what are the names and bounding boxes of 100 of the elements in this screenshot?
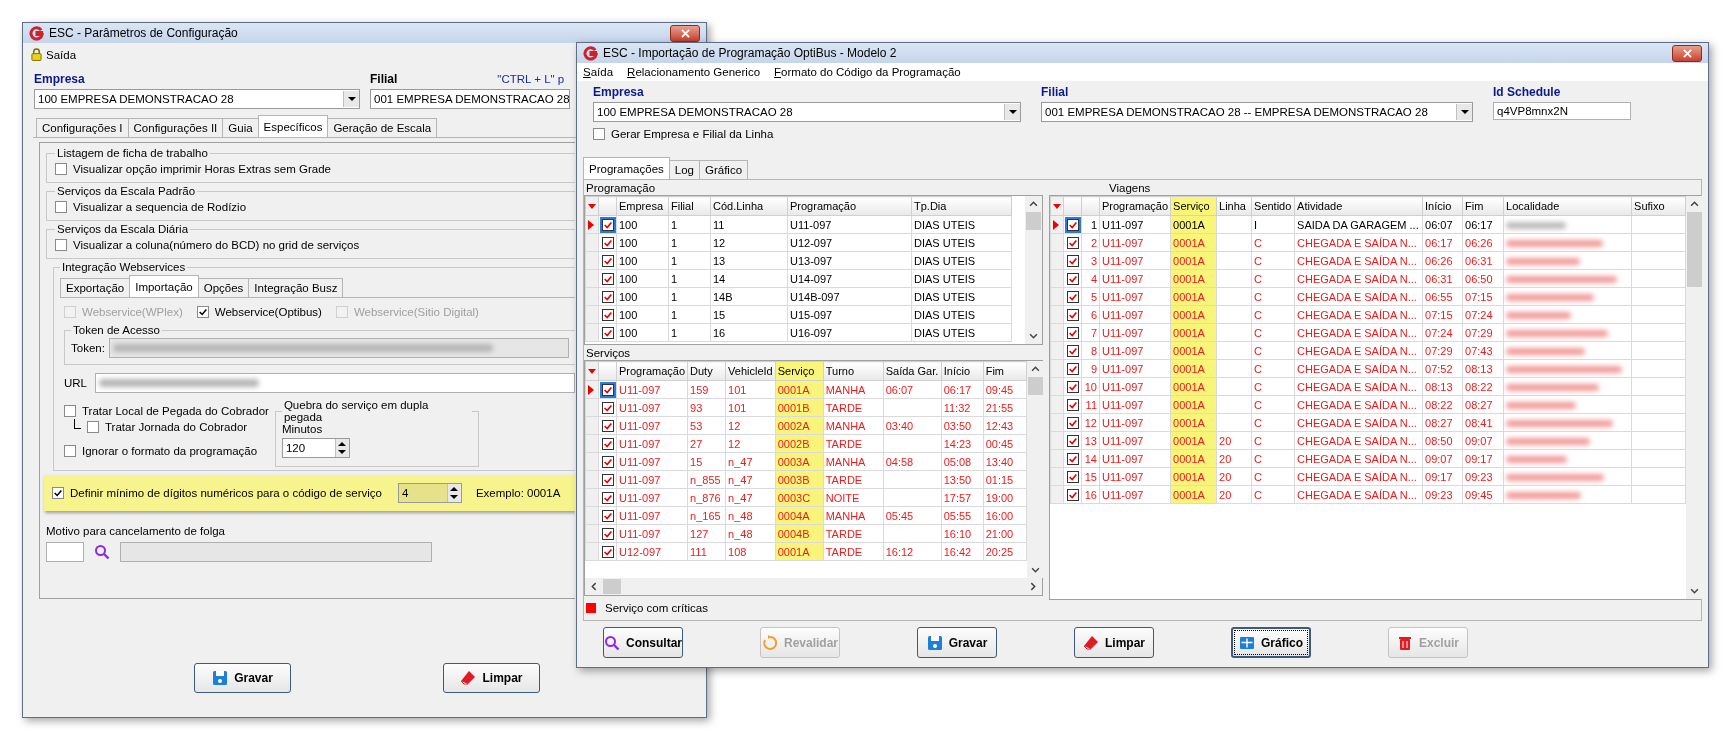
action-button[interactable]: Gráfico [1231,627,1311,658]
tab[interactable]: Log [668,160,700,179]
column-header[interactable]: Tp.Dia [911,196,1012,216]
checkbox[interactable] [196,306,209,318]
tab[interactable]: Opções [197,278,250,297]
menu-item[interactable]: Saída [46,48,77,61]
checkbox[interactable] [1066,255,1079,268]
action-button[interactable]: Limpar [1074,627,1154,658]
branch-dropdown[interactable]: 001 EMPRESA DEMONSTRACAO 28 -- EMPRESA DEMONSTRACAO 28 [1041,102,1473,122]
code-field[interactable] [46,542,84,562]
checkbox[interactable] [601,438,614,451]
column-header[interactable]: Serviço [1170,196,1217,216]
column-header[interactable]: Fim [1462,196,1504,216]
checkbox[interactable] [1066,399,1079,412]
action-button[interactable]: Limpar [443,663,540,693]
tab[interactable]: Importação [129,275,199,297]
token-field[interactable] [108,338,569,358]
digits-spinner[interactable]: 4 [397,483,462,503]
checkbox[interactable] [1066,453,1079,466]
close-button[interactable] [670,24,700,42]
column-header[interactable]: Programação [1099,196,1171,216]
checkbox[interactable] [601,420,614,433]
close-button[interactable] [1672,44,1702,62]
checkbox[interactable] [601,309,614,322]
checkbox[interactable] [1066,237,1079,250]
checkbox[interactable] [601,384,614,397]
checkbox[interactable] [601,327,614,340]
column-header[interactable]: Serviço [775,361,824,381]
checkbox[interactable] [601,528,614,541]
checkbox[interactable] [1066,381,1079,394]
column-header[interactable]: Localidade [1503,196,1632,216]
action-button[interactable]: Gravar [194,663,291,693]
checkbox[interactable] [1066,273,1079,286]
tab[interactable]: Integração Busz [248,278,344,297]
checkbox[interactable] [601,474,614,487]
checkbox[interactable] [601,546,614,559]
column-header[interactable]: VehicleId [725,361,776,381]
column-header[interactable]: Sentido [1251,196,1295,216]
search-icon[interactable] [94,544,110,560]
scroll-thumb[interactable] [603,579,621,594]
tab[interactable]: Configurações I [36,118,129,137]
action-button[interactable]: Gravar [917,627,997,658]
checkbox[interactable] [601,456,614,469]
url-field[interactable] [95,373,575,393]
checkbox[interactable] [87,421,99,433]
column-header[interactable]: Duty [687,361,726,381]
scroll-thumb[interactable] [1026,212,1041,230]
action-button[interactable]: Consultar [603,627,683,658]
scroll-thumb[interactable] [1687,212,1703,287]
column-header[interactable]: Programação [787,196,912,216]
scrollbar[interactable] [1686,196,1704,599]
column-header[interactable]: Programação [616,361,688,381]
tab[interactable]: Específicos [257,115,329,137]
tab[interactable]: Configurações II [127,118,224,137]
column-header[interactable]: Saída Gar. [883,361,942,381]
menu-item[interactable]: Relacionamento Generico [627,66,761,78]
column-header[interactable]: Atividade [1294,196,1423,216]
scrollbar[interactable] [585,578,1042,595]
checkbox[interactable] [1066,219,1079,232]
checkbox[interactable] [601,291,614,304]
column-header[interactable]: Linha [1216,196,1252,216]
tab[interactable]: Gráfico [699,160,749,179]
schedule-id-field[interactable]: q4VP8mnx2N [1493,102,1631,120]
menu-item[interactable]: Saída [583,66,614,78]
column-header[interactable]: Turno [823,361,884,381]
tab[interactable]: Geração de Escala [327,118,438,137]
checkbox[interactable] [1066,471,1079,484]
column-header[interactable]: Fim [983,361,1027,381]
scrollbar[interactable] [1025,196,1042,344]
menu-item[interactable]: Formato do Código da Programação [774,66,961,78]
column-header[interactable]: Sufixo [1631,196,1686,216]
checkbox[interactable] [601,492,614,505]
checkbox[interactable] [55,239,67,251]
tab[interactable]: Programações [583,157,670,179]
checkbox[interactable] [593,128,605,140]
checkbox[interactable] [1066,435,1079,448]
checkbox[interactable] [601,402,614,415]
scroll-thumb[interactable] [1027,377,1043,395]
checkbox[interactable] [601,237,614,250]
checkbox[interactable] [601,510,614,523]
checkbox[interactable] [64,445,76,457]
checkbox[interactable] [52,487,64,499]
checkbox[interactable] [1066,363,1079,376]
checkbox[interactable] [601,219,614,232]
column-header[interactable]: Cód.Linha [710,196,788,216]
checkbox[interactable] [1066,345,1079,358]
minutes-spinner[interactable]: 120 [281,438,350,458]
company-dropdown[interactable]: 100 EMPRESA DEMONSTRACAO 28 [593,102,1021,122]
checkbox[interactable] [55,201,67,213]
checkbox[interactable] [601,273,614,286]
checkbox[interactable] [601,255,614,268]
column-header[interactable]: Filial [668,196,711,216]
column-header[interactable]: Início [1422,196,1463,216]
checkbox[interactable] [64,405,76,417]
checkbox[interactable] [1066,489,1079,502]
company-dropdown[interactable]: 100 EMPRESA DEMONSTRACAO 28 [34,89,360,109]
checkbox[interactable] [1066,291,1079,304]
checkbox[interactable] [1066,417,1079,430]
branch-dropdown[interactable]: 001 EMPRESA DEMONSTRACAO 28 [370,89,570,109]
column-header[interactable]: Início [941,361,984,381]
